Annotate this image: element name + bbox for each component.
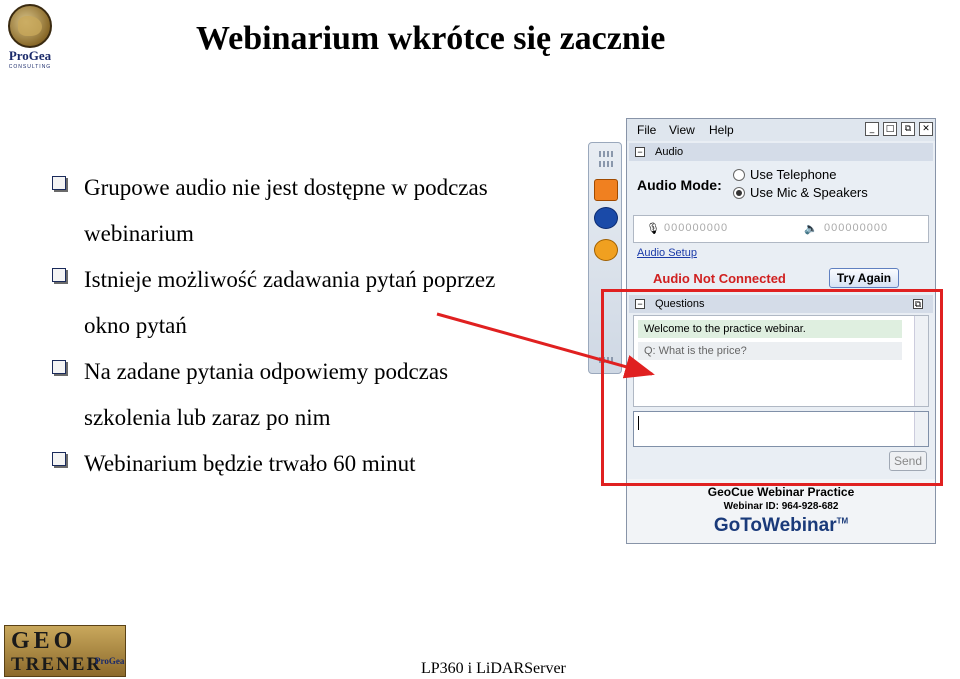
audio-setup-link[interactable]: Audio Setup: [637, 247, 697, 259]
bullet-line: webinarium: [84, 221, 194, 246]
checkbox-bullet-icon: [52, 452, 66, 466]
menu-help[interactable]: Help: [709, 123, 734, 137]
logo-progea: ProGea: [95, 656, 125, 666]
logo-sub: CONSULTING: [8, 64, 52, 70]
questions-highlight-box: [601, 289, 943, 486]
radio-button[interactable]: [733, 169, 745, 181]
logo-name: ProGea: [8, 48, 52, 63]
trademark: TM: [836, 516, 849, 526]
geo-trener-logo: GEO TRENER ProGea: [4, 625, 126, 677]
audio-section-label: Audio: [655, 146, 684, 158]
globe-icon: [8, 4, 52, 48]
radio-mic-speakers[interactable]: Use Mic & Speakers: [733, 185, 868, 200]
grip-dots-icon: [599, 161, 613, 167]
radio-telephone-label: Use Telephone: [750, 167, 837, 182]
close-icon[interactable]: ✕: [919, 122, 933, 136]
audio-status: Audio Not Connected: [653, 271, 786, 286]
minimize-icon[interactable]: _: [865, 122, 879, 136]
radio-telephone[interactable]: Use Telephone: [733, 167, 837, 182]
bullet-line: szkolenia lub zaraz po nim: [84, 405, 331, 430]
footer-text: LP360 i LiDARServer: [421, 660, 566, 677]
raise-hand-icon[interactable]: [594, 239, 618, 261]
screen-stop-icon[interactable]: [594, 207, 618, 229]
audio-mode-label: Audio Mode:: [637, 177, 722, 193]
logo-trener: TRENER: [11, 654, 103, 675]
logo-geo: GEO: [11, 628, 77, 654]
grip-dots-icon: [599, 151, 613, 157]
bullet-item: Na zadane pytania odpowiemy podczas szko…: [52, 349, 597, 441]
bullet-line: Webinarium będzie trwało 60 minut: [84, 451, 416, 476]
mic-level: 000000000: [664, 222, 729, 234]
bullet-line: Na zadane pytania odpowiemy podczas: [84, 359, 449, 384]
radio-mic-label: Use Mic & Speakers: [750, 185, 868, 200]
speaker-icon: 🔈: [804, 223, 818, 235]
slide-title: Webinarium wkrótce się zacznie: [196, 20, 666, 57]
radio-button-selected[interactable]: [733, 187, 745, 199]
checkbox-bullet-icon: [52, 176, 66, 190]
bullet-item: Grupowe audio nie jest dostępne w podcza…: [52, 165, 597, 257]
webinar-id: Webinar ID: 964-928-682: [723, 501, 839, 512]
checkbox-bullet-icon: [52, 360, 66, 374]
audio-level-meter: 🎙 000000000 🔈 000000000: [633, 215, 929, 243]
speaker-level: 000000000: [824, 222, 889, 234]
arrow-toggle-icon[interactable]: [594, 179, 618, 201]
brand-text: GoToWebinar: [713, 515, 837, 536]
maximize-icon[interactable]: □: [883, 122, 897, 136]
bullet-line: okno pytań: [84, 313, 187, 338]
bullet-list: Grupowe audio nie jest dostępne w podcza…: [52, 165, 597, 487]
menu-file[interactable]: File: [637, 123, 656, 137]
bullet-line: Grupowe audio nie jest dostępne w podcza…: [84, 175, 488, 200]
menu-bar: File View Help _ □ ⧉ ✕: [627, 119, 935, 141]
restore-icon[interactable]: ⧉: [901, 122, 915, 136]
try-again-button[interactable]: Try Again: [829, 268, 899, 288]
webinar-name: GeoCue Webinar Practice: [707, 485, 855, 499]
microphone-icon: 🎙: [646, 223, 660, 235]
menu-view[interactable]: View: [669, 123, 695, 137]
gotowebinar-logo: GoToWebinarTM: [627, 515, 935, 537]
collapse-icon[interactable]: −: [635, 147, 645, 157]
bullet-item: Webinarium będzie trwało 60 minut: [52, 441, 597, 487]
audio-section-header[interactable]: − Audio: [629, 143, 933, 161]
checkbox-bullet-icon: [52, 268, 66, 282]
bullet-item: Istnieje możliwość zadawania pytań poprz…: [52, 257, 597, 349]
webinar-info: GeoCue Webinar Practice Webinar ID: 964-…: [627, 479, 935, 543]
bullet-line: Istnieje możliwość zadawania pytań poprz…: [84, 267, 496, 292]
progea-logo: ProGea CONSULTING: [4, 4, 56, 72]
